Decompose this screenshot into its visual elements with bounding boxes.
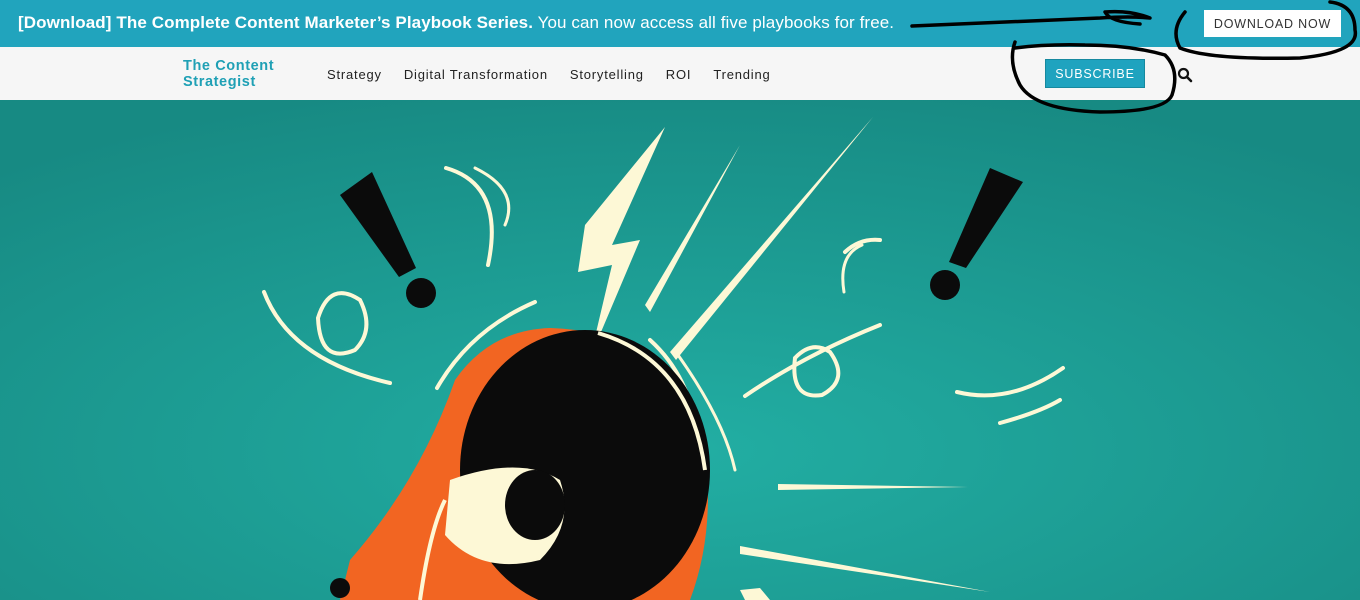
promo-banner-bold[interactable]: [Download] The Complete Content Marketer… [18,13,533,32]
nav-item-digital-transformation[interactable]: Digital Transformation [404,67,548,82]
search-icon[interactable] [1177,67,1193,83]
logo-line-1: The Content [183,58,275,74]
logo-line-2: Strategist [183,74,256,90]
nav-item-storytelling[interactable]: Storytelling [570,67,644,82]
promo-banner-text[interactable]: [Download] The Complete Content Marketer… [18,13,894,33]
nav-item-roi[interactable]: ROI [666,67,692,82]
nav-item-trending[interactable]: Trending [713,67,770,82]
site-logo[interactable]: The Content Strategist [183,58,303,90]
main-menu: Strategy Digital Transformation Storytel… [327,67,793,82]
subscribe-button[interactable]: SUBSCRIBE [1045,59,1145,88]
hero-megaphone-illustration [0,100,1360,600]
top-navigation: The Content Strategist Strategy Digital … [0,47,1360,101]
promo-banner-message[interactable]: You can now access all five playbooks fo… [533,13,894,32]
promo-banner: [Download] The Complete Content Marketer… [0,0,1360,47]
nav-item-strategy[interactable]: Strategy [327,67,382,82]
download-now-button[interactable]: DOWNLOAD NOW [1204,10,1341,37]
